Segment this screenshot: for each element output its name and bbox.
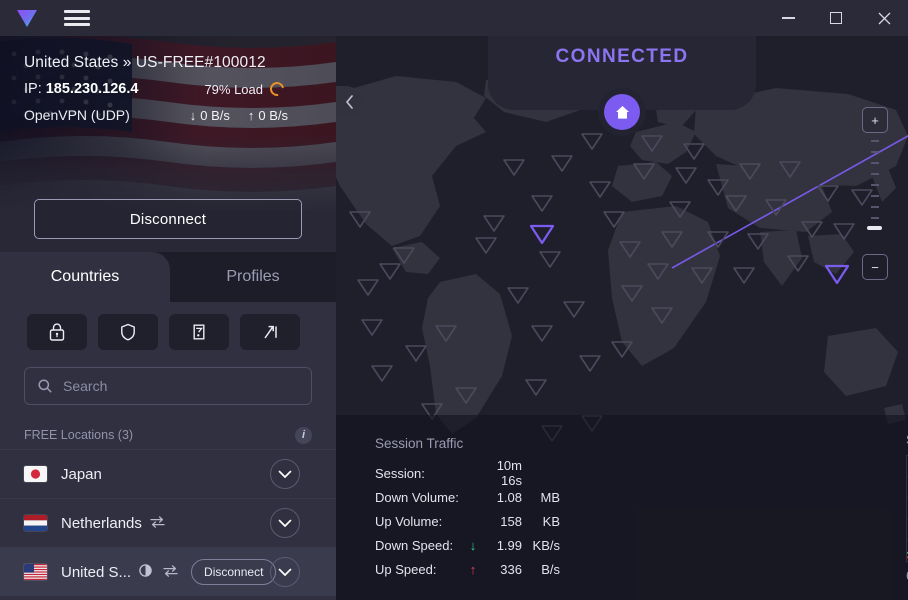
location-list: FREE Locations (3) i Japan <box>0 421 336 596</box>
country-name: Netherlands <box>61 515 142 532</box>
tab-countries[interactable]: Countries <box>0 252 170 302</box>
down-arrow-icon: ↓ <box>466 538 480 553</box>
skip-icon[interactable] <box>240 314 300 350</box>
protocol-label: OpenVPN (UDP) <box>24 107 130 123</box>
stat-value: 10m 16s <box>480 458 522 488</box>
stat-unit: KB/s <box>522 538 560 553</box>
server-name: United States » US-FREE#100012 <box>24 54 318 72</box>
home-marker[interactable] <box>604 94 640 130</box>
info-icon[interactable]: i <box>295 427 312 444</box>
group-header-free: FREE Locations (3) i <box>0 421 336 449</box>
header-speeds: ↓0 B/s ↑0 B/s <box>190 108 318 123</box>
header-down-speed: ↓0 B/s <box>190 108 230 123</box>
up-arrow-icon: ↑ <box>248 108 255 123</box>
server-load: 79% Load <box>204 82 318 97</box>
down-arrow-icon: ↓ <box>190 108 197 123</box>
tab-bar: Countries Profiles <box>0 252 336 302</box>
stat-label: Session: <box>375 466 466 481</box>
stat-label: Down Volume: <box>375 490 466 505</box>
ip-label: IP: <box>24 81 42 97</box>
maximize-button[interactable] <box>812 0 860 36</box>
stat-row: Up Volume: 158 KB <box>375 509 560 533</box>
list-item[interactable]: Netherlands <box>0 498 336 547</box>
chevron-left-icon <box>345 95 354 109</box>
group-label: FREE Locations (3) <box>24 428 133 442</box>
header-up-speed: ↑0 B/s <box>248 108 288 123</box>
stat-value: 1.08 <box>480 490 522 505</box>
country-name: United S... <box>61 564 131 581</box>
header-up-value: 0 B/s <box>258 108 288 123</box>
list-item[interactable]: United S... <box>0 547 336 596</box>
stat-row: Up Speed: ↑ 336 B/s <box>375 557 560 581</box>
lock-icon[interactable] <box>27 314 87 350</box>
connection-info: United States » US-FREE#100012 IP: 185.2… <box>0 36 336 211</box>
zoom-slider-handle[interactable] <box>867 226 882 230</box>
close-button[interactable] <box>860 0 908 36</box>
list-item[interactable]: Japan <box>0 449 336 498</box>
load-ring-icon <box>267 79 286 98</box>
stat-value: 336 <box>480 562 522 577</box>
stat-label: Up Speed: <box>375 562 466 577</box>
ip-row: IP: 185.230.126.4 79% Load <box>24 81 318 97</box>
flag-nl <box>24 515 47 531</box>
up-arrow-icon: ↑ <box>466 562 480 577</box>
title-bar <box>0 0 908 36</box>
search-icon <box>37 378 53 394</box>
adblock-icon[interactable] <box>169 314 229 350</box>
stat-row: Down Volume: 1.08 MB <box>375 485 560 509</box>
flag-us <box>24 564 47 580</box>
expand-chevron-icon[interactable] <box>270 557 300 587</box>
load-text: 79% Load <box>204 82 263 97</box>
search-input[interactable] <box>63 378 299 394</box>
home-icon <box>614 104 631 121</box>
stat-value: 158 <box>480 514 522 529</box>
zoom-in-button[interactable]: + <box>862 107 888 133</box>
row-icons <box>138 563 179 581</box>
stat-unit: KB <box>522 514 560 529</box>
stat-label: Down Speed: <box>375 538 466 553</box>
stat-unit: MB <box>522 490 560 505</box>
window-controls <box>764 0 908 36</box>
search-box[interactable] <box>24 367 312 405</box>
stat-row: Down Speed: ↓ 1.99 KB/s <box>375 533 560 557</box>
tab-profiles[interactable]: Profiles <box>170 252 336 302</box>
sidebar: United States » US-FREE#100012 IP: 185.2… <box>0 36 336 600</box>
app-logo-icon <box>12 5 42 31</box>
feature-button-row <box>0 302 336 350</box>
stat-label: Up Volume: <box>375 514 466 529</box>
expand-chevron-icon[interactable] <box>270 459 300 489</box>
ip-value: 185.230.126.4 <box>46 81 139 97</box>
hamburger-menu-icon[interactable] <box>64 8 90 28</box>
row-disconnect-button[interactable]: Disconnect <box>191 559 276 585</box>
session-traffic-panel: Session Traffic Session: 10m 16s Down Vo… <box>336 415 908 600</box>
panel-body: FREE Locations (3) i Japan <box>0 302 336 600</box>
disconnect-button[interactable]: Disconnect <box>34 199 302 239</box>
minimize-button[interactable] <box>764 0 812 36</box>
zoom-track[interactable] <box>873 140 877 250</box>
protocol-row: OpenVPN (UDP) ↓0 B/s ↑0 B/s <box>24 107 318 123</box>
stat-row: Session: 10m 16s <box>375 461 560 485</box>
session-stats-table: Session: 10m 16s Down Volume: 1.08 MB Up… <box>375 461 560 581</box>
connection-status: CONNECTED <box>336 46 908 68</box>
header-down-value: 0 B/s <box>200 108 230 123</box>
stat-value: 1.99 <box>480 538 522 553</box>
onion-icon[interactable] <box>138 563 153 581</box>
swap-icon[interactable] <box>162 564 179 581</box>
swap-icon[interactable] <box>149 515 166 532</box>
expand-chevron-icon[interactable] <box>270 508 300 538</box>
stat-unit: B/s <box>522 562 560 577</box>
country-name: Japan <box>61 466 102 483</box>
connection-header: United States » US-FREE#100012 IP: 185.2… <box>0 36 336 211</box>
shield-icon[interactable] <box>98 314 158 350</box>
flag-jp <box>24 466 47 482</box>
zoom-out-button[interactable]: − <box>862 254 888 280</box>
row-icons <box>149 515 166 532</box>
session-traffic-title: Session Traffic <box>375 436 463 451</box>
